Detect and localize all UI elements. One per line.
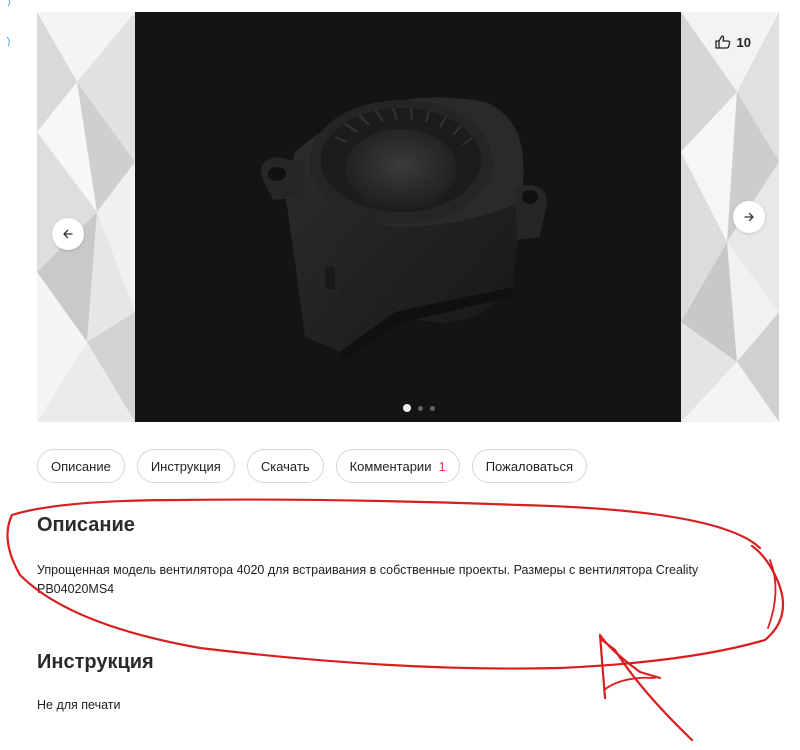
arrow-left-icon	[63, 229, 73, 239]
tab-description[interactable]: Описание	[37, 449, 125, 483]
tab-label: Инструкция	[150, 458, 221, 474]
description-text: Упрощенная модель вентилятора 4020 для в…	[37, 563, 699, 596]
slide-dot-3[interactable]	[430, 405, 435, 411]
like-counter[interactable]: 10	[704, 29, 761, 55]
slide-dot-2[interactable]	[418, 405, 423, 411]
tab-label: Скачать	[260, 458, 310, 474]
slide-indicator	[403, 404, 435, 412]
previous-slide-button[interactable]	[52, 218, 84, 250]
tab-label: Описание	[51, 458, 111, 474]
like-count: 10	[736, 34, 751, 50]
tab-comments[interactable]: Комментарии 1	[335, 449, 460, 483]
arrow-right-icon	[744, 212, 754, 222]
image-gallery[interactable]: 10	[37, 12, 779, 422]
tab-label: Комментарии	[349, 458, 432, 474]
slide-dot-1[interactable]	[403, 404, 411, 412]
model-render	[135, 12, 681, 422]
instruction-text: Не для печати	[37, 698, 121, 712]
next-slide-button[interactable]	[733, 201, 765, 233]
tab-label: Пожаловаться	[485, 458, 573, 474]
instruction-heading: Инструкция	[37, 651, 154, 673]
tab-download[interactable]: Скачать	[246, 449, 324, 483]
tab-instruction[interactable]: Инструкция	[136, 449, 235, 483]
description-heading: Описание	[37, 514, 135, 536]
fan-model-image	[260, 97, 547, 360]
section-tabs: Описание Инструкция Скачать Комментарии …	[37, 449, 587, 483]
thumbs-up-icon	[714, 35, 730, 49]
edge-marks	[4, 0, 12, 53]
comments-count-badge: 1	[438, 458, 446, 474]
tab-report[interactable]: Пожаловаться	[471, 449, 587, 483]
